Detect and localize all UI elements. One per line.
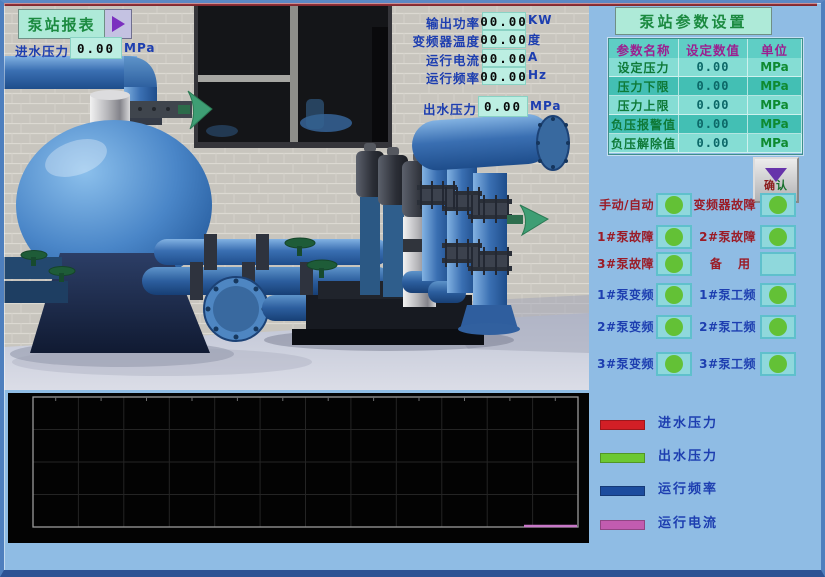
report-arrow-icon[interactable] <box>105 9 132 39</box>
inlet-pressure-value: 0.00 <box>70 37 122 59</box>
param-name: 设定压力 <box>609 58 679 77</box>
param-unit: MPa <box>748 77 802 96</box>
col-header-name: 参数名称 <box>609 39 679 60</box>
pump-station-hmi-screen: { "scene": { "report_button_label": "泵站报… <box>0 0 825 577</box>
run-current-value: 00.00 <box>482 49 526 67</box>
legend-swatch-frequency <box>600 486 645 496</box>
manual-auto-label: 手动/自动 <box>592 193 654 217</box>
inverter-temp-value: 00.00 <box>482 30 526 48</box>
panel-title: 泵站参数设置 <box>615 7 772 35</box>
outlet-pressure-unit: MPa <box>530 99 562 113</box>
param-value[interactable]: 0.00 <box>679 96 748 115</box>
legend-item: 运行电流 <box>590 516 821 536</box>
pump2-vfd-label: 2#泵变频 <box>592 315 654 339</box>
param-name: 压力下限 <box>609 77 679 96</box>
trend-chart <box>8 393 589 543</box>
param-unit: MPa <box>748 96 802 115</box>
pump3-fault-lamp[interactable] <box>656 252 692 276</box>
param-value[interactable]: 0.00 <box>679 115 748 134</box>
pump1-mains-label: 1#泵工频 <box>690 283 756 307</box>
inverter-fault-lamp[interactable] <box>760 193 796 217</box>
param-name: 压力上限 <box>609 96 679 115</box>
pump1-vfd-label: 1#泵变频 <box>592 283 654 307</box>
pump1-vfd-lamp[interactable] <box>656 283 692 307</box>
parameter-table: 参数名称 设定数值 单位 设定压力 0.00 MPa 压力下限 0.00 MPa… <box>608 38 803 155</box>
pump3-mains-lamp[interactable] <box>760 352 796 376</box>
inlet-pressure-label: 进水压力 <box>15 41 69 60</box>
legend-item: 运行频率 <box>590 482 821 502</box>
legend-swatch-outlet <box>600 453 645 463</box>
inverter-temp-unit: 度 <box>528 31 574 48</box>
pump3-fault-label: 3#泵故障 <box>592 252 654 276</box>
inlet-pressure-unit: MPa <box>124 41 156 55</box>
col-header-unit: 单位 <box>748 39 802 60</box>
outlet-pressure-value: 0.00 <box>478 96 528 117</box>
indicator-row: 3#泵变频 3#泵工频 <box>590 352 821 376</box>
run-frequency-value: 00.00 <box>482 67 526 85</box>
legend-item: 出水压力 <box>590 449 821 469</box>
pump2-mains-lamp[interactable] <box>760 315 796 339</box>
param-name: 负压报警值 <box>609 115 679 134</box>
param-name: 负压解除值 <box>609 134 679 153</box>
output-power-label: 输出功率 <box>360 13 480 32</box>
confirm-label-2: 认 <box>776 179 788 192</box>
inverter-temp-label: 变频器温度 <box>360 31 480 50</box>
parameter-panel: 泵站参数设置 参数名称 设定数值 单位 设定压力 0.00 MPa 压力下限 0… <box>590 3 821 573</box>
legend-label-frequency: 运行频率 <box>658 482 718 498</box>
param-unit: MPa <box>748 115 802 134</box>
outlet-pressure-label: 出水压力 <box>360 99 477 118</box>
legend-label-outlet: 出水压力 <box>658 449 718 465</box>
pump1-fault-lamp[interactable] <box>656 225 692 249</box>
trend-chart-grid <box>8 393 589 543</box>
param-unit: MPa <box>748 134 802 153</box>
legend-label-current: 运行电流 <box>658 516 718 532</box>
pump2-fault-label: 2#泵故障 <box>690 225 756 249</box>
legend-swatch-inlet <box>600 420 645 430</box>
param-value[interactable]: 0.00 <box>679 134 748 153</box>
indicator-row: 3#泵故障 备 用 <box>590 252 821 276</box>
indicator-row: 2#泵变频 2#泵工频 <box>590 315 821 339</box>
legend-label-inlet: 进水压力 <box>658 416 718 432</box>
param-unit: MPa <box>748 58 802 77</box>
indicator-row: 1#泵故障 2#泵故障 <box>590 225 821 249</box>
top-accent-strip <box>4 3 817 6</box>
legend-swatch-current <box>600 520 645 530</box>
output-power-unit: KW <box>528 13 574 27</box>
run-frequency-unit: Hz <box>528 68 574 82</box>
param-value[interactable]: 0.00 <box>679 77 748 96</box>
pump3-mains-label: 3#泵工频 <box>690 352 756 376</box>
report-button[interactable]: 泵站报表 <box>18 9 132 37</box>
confirm-label-1: 确 <box>764 179 776 192</box>
spare-lamp[interactable] <box>760 252 796 276</box>
pump1-fault-label: 1#泵故障 <box>592 225 654 249</box>
run-frequency-label: 运行频率 <box>360 68 480 87</box>
manual-auto-lamp[interactable] <box>656 193 692 217</box>
legend-item: 进水压力 <box>590 416 821 436</box>
pump3-vfd-lamp[interactable] <box>656 352 692 376</box>
output-power-value: 00.00 <box>482 12 526 30</box>
pump2-mains-label: 2#泵工频 <box>690 315 756 339</box>
col-header-value: 设定数值 <box>679 39 748 60</box>
inverter-fault-label: 变频器故障 <box>690 193 756 217</box>
indicator-row: 1#泵变频 1#泵工频 <box>590 283 821 307</box>
param-value[interactable]: 0.00 <box>679 58 748 77</box>
pump-station-3d-scene: 泵站报表 进水压力 0.00 MPa 输出功率 00.00 KW 变频器温度 0… <box>4 3 589 390</box>
pump2-vfd-lamp[interactable] <box>656 315 692 339</box>
run-current-label: 运行电流 <box>360 50 480 69</box>
report-button-label: 泵站报表 <box>18 9 105 39</box>
spare-label: 备 用 <box>690 252 756 276</box>
pump1-mains-lamp[interactable] <box>760 283 796 307</box>
indicator-row: 手动/自动 变频器故障 <box>590 193 821 217</box>
pump3-vfd-label: 3#泵变频 <box>592 352 654 376</box>
pump2-fault-lamp[interactable] <box>760 225 796 249</box>
run-current-unit: A <box>528 50 574 64</box>
